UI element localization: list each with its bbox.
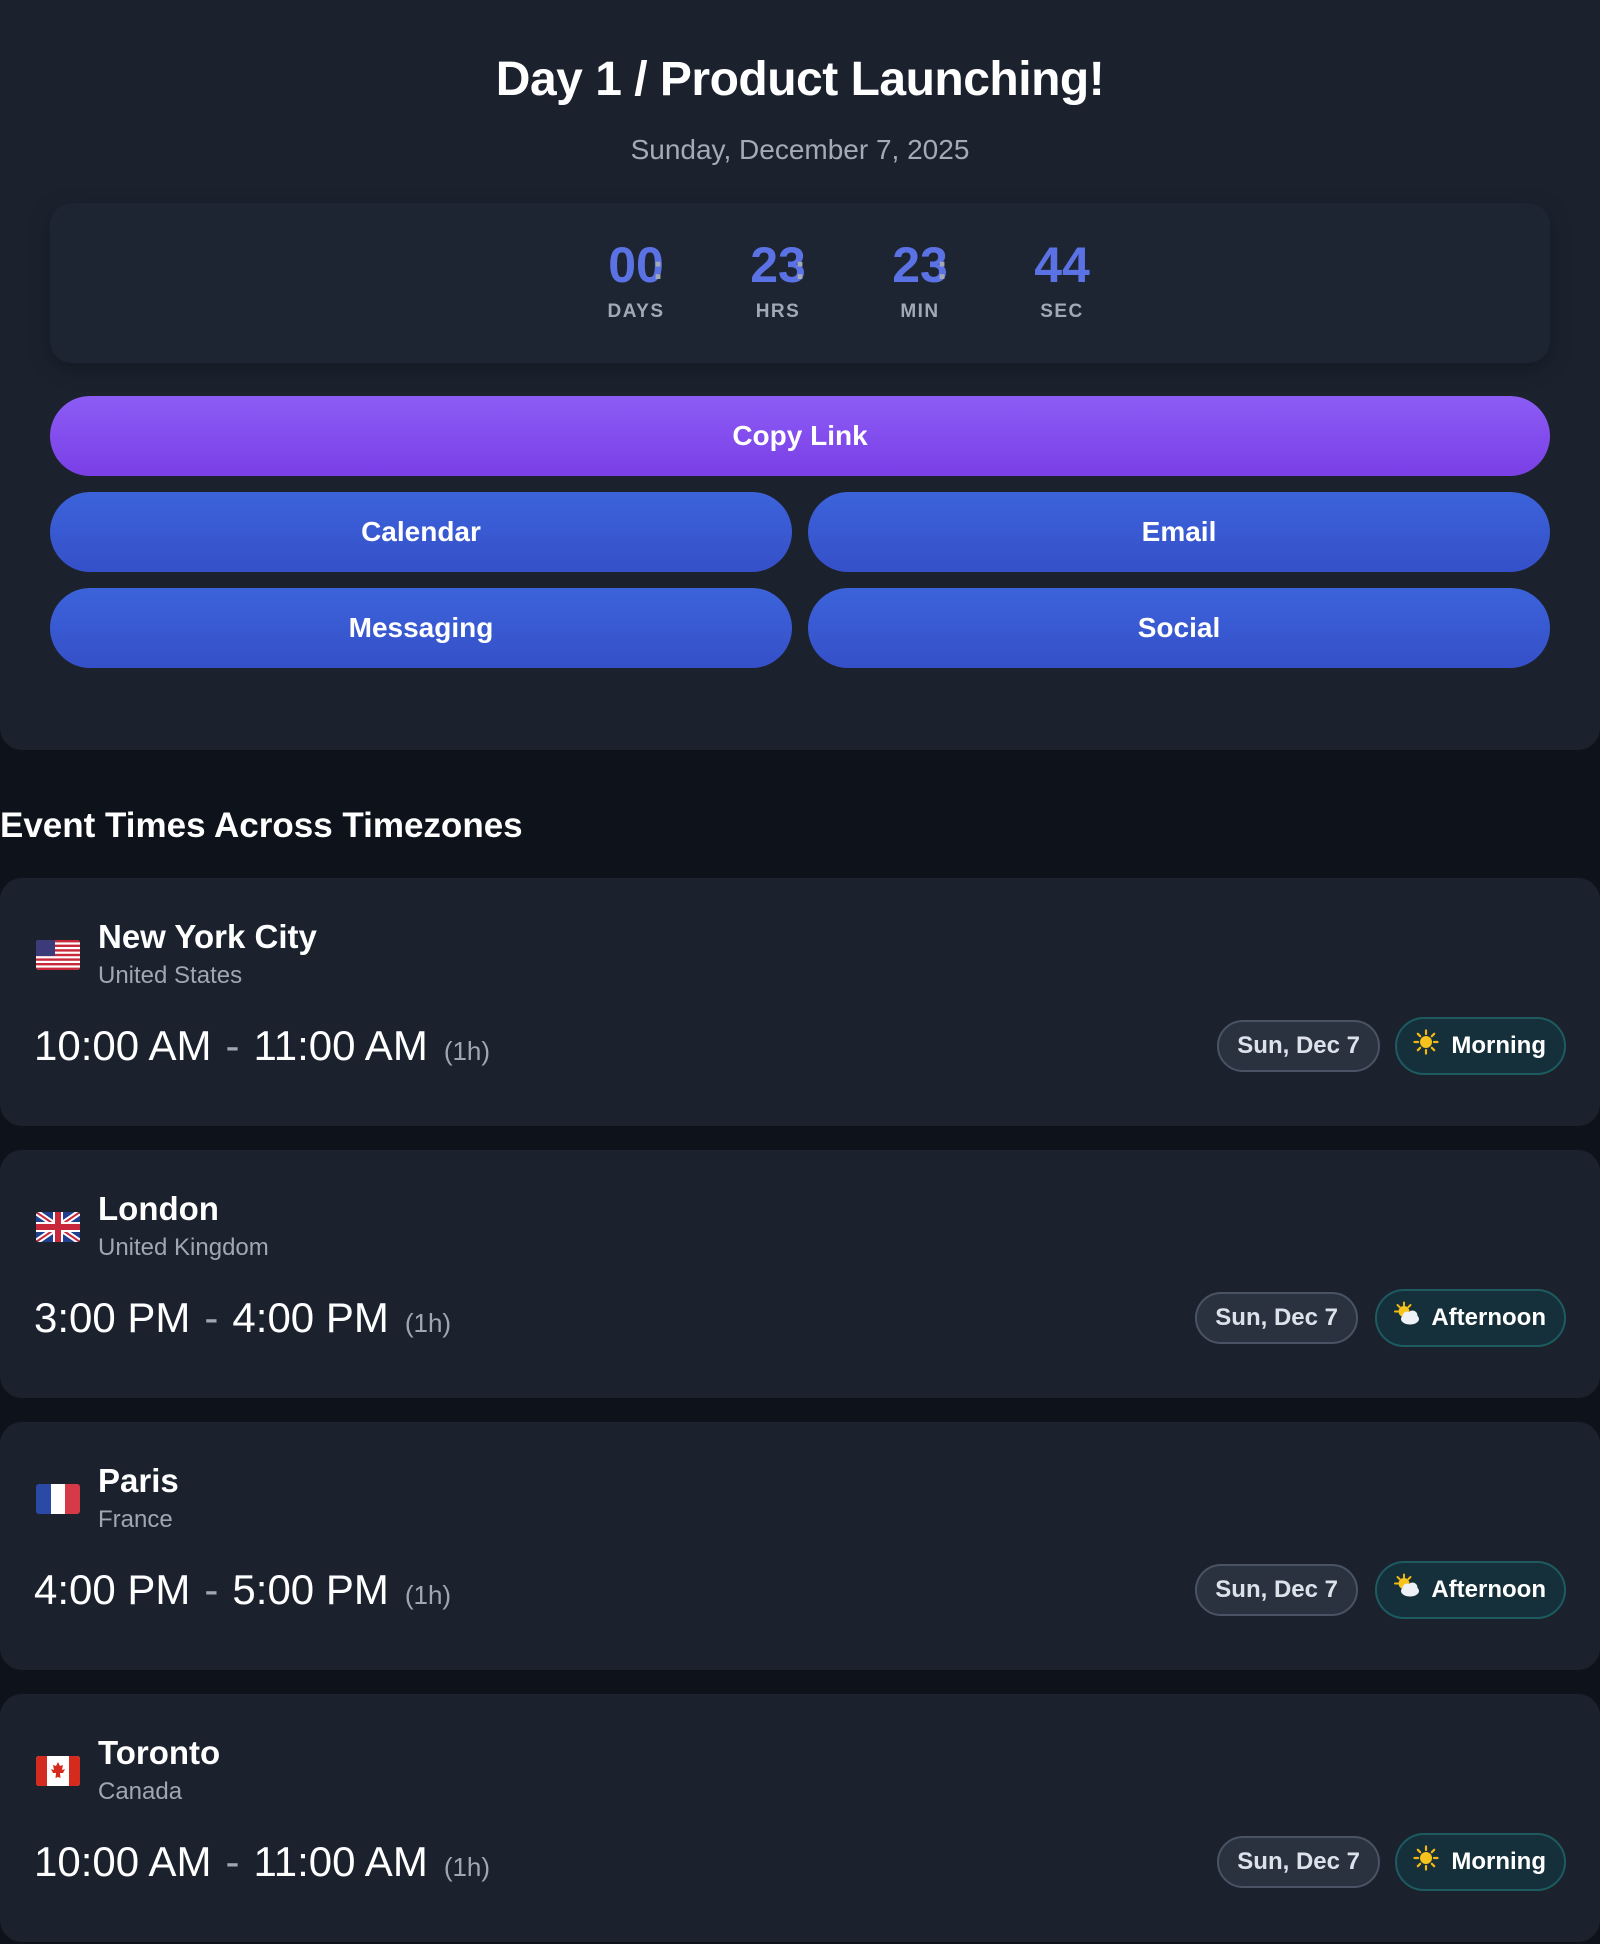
end-time: 4:00 PM xyxy=(232,1294,389,1341)
time-separator: - xyxy=(225,1838,240,1885)
city-name: Paris xyxy=(98,1462,179,1499)
period-badge: Afternoon xyxy=(1375,1561,1566,1619)
countdown-days-value: 00 xyxy=(608,237,664,293)
period-badge: Morning xyxy=(1395,1833,1566,1891)
sun-icon xyxy=(1413,1837,1443,1891)
ca-flag-icon xyxy=(36,1756,80,1786)
countdown-separator: : xyxy=(652,249,664,287)
countdown-seconds-value: 44 xyxy=(1034,237,1090,293)
period-badge: Morning xyxy=(1395,1017,1566,1075)
sun-cloud-icon xyxy=(1393,1565,1423,1619)
uk-flag-icon xyxy=(36,1212,80,1242)
event-header-card: Day 1 / Product Launching! Sunday, Decem… xyxy=(0,0,1600,750)
time-range: 10:00 AM -11:00 AM (1h) xyxy=(34,1838,490,1886)
country-name: United Kingdom xyxy=(98,1234,269,1261)
end-time: 5:00 PM xyxy=(232,1566,389,1613)
time-range: 4:00 PM -5:00 PM (1h) xyxy=(34,1566,451,1614)
messaging-button[interactable]: Messaging xyxy=(50,588,792,668)
timezone-card-london: London United Kingdom 3:00 PM -4:00 PM (1h… xyxy=(0,1150,1600,1398)
countdown-days: 00 DAYS xyxy=(566,237,706,323)
page-title: Day 1 / Product Launching! xyxy=(495,53,1105,106)
fr-flag-icon xyxy=(36,1484,80,1514)
end-time: 11:00 AM xyxy=(253,1838,428,1885)
timezone-card-toronto: Toronto Canada 10:00 AM -11:00 AM (1h) Sun… xyxy=(0,1694,1600,1942)
country-name: France xyxy=(98,1506,173,1533)
date-badge: Sun, Dec 7 xyxy=(1195,1564,1358,1616)
page: Day 1 / Product Launching! Sunday, Decem… xyxy=(0,0,1600,1944)
time-separator: - xyxy=(204,1294,219,1341)
duration: (1h) xyxy=(443,1036,491,1066)
countdown-separator: : xyxy=(936,249,948,287)
city-name: London xyxy=(98,1190,219,1227)
countdown-minutes-label: MIN xyxy=(900,301,940,322)
countdown-days-label: DAYS xyxy=(607,301,665,322)
sun-cloud-icon xyxy=(1393,1293,1423,1347)
email-button[interactable]: Email xyxy=(808,492,1550,572)
section-title: Event Times Across Timezones xyxy=(0,806,523,845)
start-time: 4:00 PM xyxy=(34,1566,191,1613)
countdown-seconds: 44 SEC xyxy=(992,237,1132,323)
copy-link-button[interactable]: Copy Link xyxy=(50,396,1550,476)
countdown-hours-value: 23 xyxy=(750,237,806,293)
duration: (1h) xyxy=(404,1580,452,1610)
calendar-button[interactable]: Calendar xyxy=(50,492,792,572)
countdown-minutes-value: 23 xyxy=(892,237,948,293)
timezone-card-paris: Paris France 4:00 PM -5:00 PM (1h) Sun, De… xyxy=(0,1422,1600,1670)
countdown-minutes: 23 MIN xyxy=(850,237,990,323)
timezone-card-new-york: New York City United States 10:00 AM -11:… xyxy=(0,878,1600,1126)
social-button[interactable]: Social xyxy=(808,588,1550,668)
date-badge: Sun, Dec 7 xyxy=(1217,1836,1380,1888)
start-time: 10:00 AM xyxy=(34,1022,212,1069)
event-date: Sunday, December 7, 2025 xyxy=(630,134,970,165)
duration: (1h) xyxy=(443,1852,491,1882)
period-label: Morning xyxy=(1451,1848,1546,1875)
country-name: Canada xyxy=(98,1778,183,1805)
period-badge: Afternoon xyxy=(1375,1289,1566,1347)
countdown-hours: 23 HRS xyxy=(708,237,848,323)
countdown-separator: : xyxy=(794,249,806,287)
time-range: 3:00 PM -4:00 PM (1h) xyxy=(34,1294,451,1342)
start-time: 10:00 AM xyxy=(34,1838,212,1885)
city-name: New York City xyxy=(98,918,317,955)
time-separator: - xyxy=(204,1566,219,1613)
period-label: Afternoon xyxy=(1431,1576,1546,1603)
period-label: Morning xyxy=(1451,1032,1546,1059)
time-separator: - xyxy=(225,1022,240,1069)
countdown-seconds-label: SEC xyxy=(1040,301,1084,322)
date-badge: Sun, Dec 7 xyxy=(1195,1292,1358,1344)
time-range: 10:00 AM -11:00 AM (1h) xyxy=(34,1022,490,1070)
duration: (1h) xyxy=(404,1308,452,1338)
end-time: 11:00 AM xyxy=(253,1022,428,1069)
period-label: Afternoon xyxy=(1431,1304,1546,1331)
start-time: 3:00 PM xyxy=(34,1294,191,1341)
country-name: United States xyxy=(98,962,243,989)
us-flag-icon xyxy=(36,940,80,970)
city-name: Toronto xyxy=(98,1734,221,1771)
date-badge: Sun, Dec 7 xyxy=(1217,1020,1380,1072)
countdown-hours-label: HRS xyxy=(755,301,801,322)
sun-icon xyxy=(1413,1021,1443,1075)
countdown-timer: 00 DAYS : 23 HRS : 23 MIN : 44 SEC xyxy=(50,203,1550,363)
